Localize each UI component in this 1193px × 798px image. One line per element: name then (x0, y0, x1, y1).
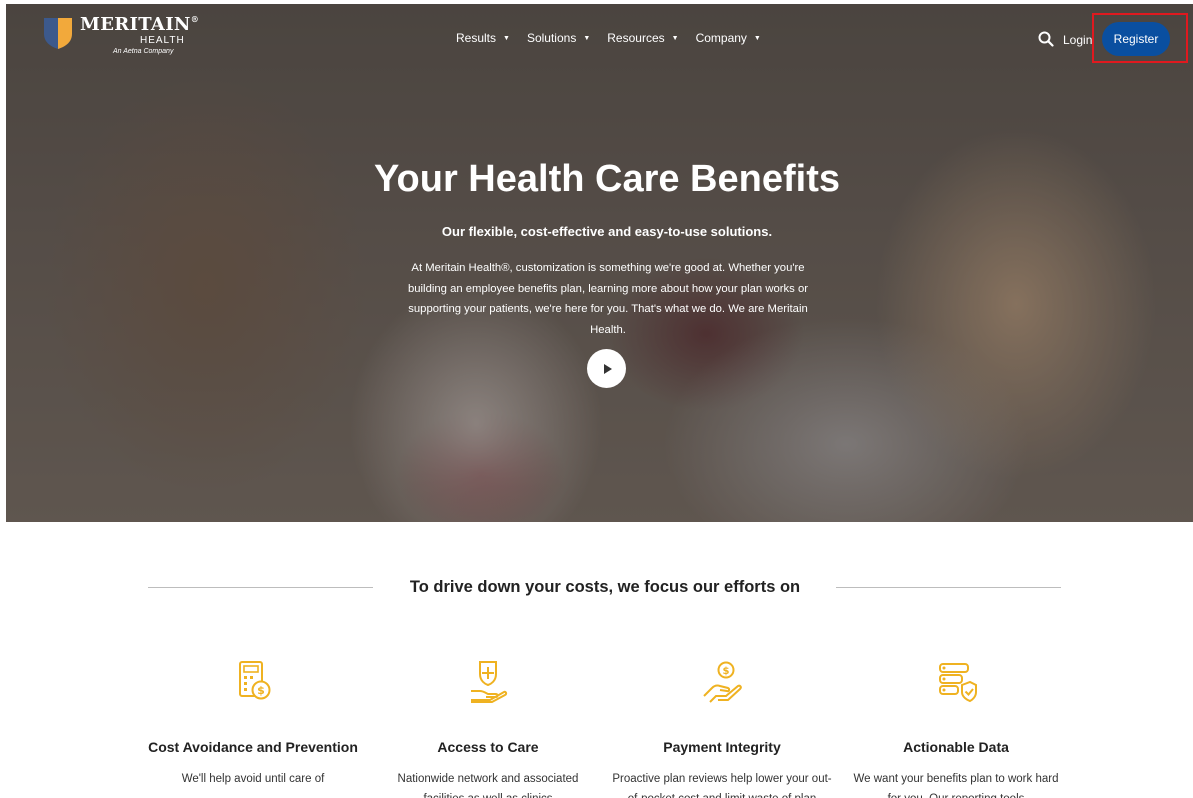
card-text: We want your benefits plan to work hard … (853, 773, 1059, 798)
hero-title: Your Health Care Benefits (374, 158, 840, 200)
search-icon[interactable] (1038, 31, 1054, 47)
logo-wordmark: MERITAIN® (80, 14, 199, 35)
nav-item-company[interactable]: Company ▼ (696, 31, 761, 45)
card-title: Cost Avoidance and Prevention (148, 739, 358, 755)
card-title: Actionable Data (903, 739, 1009, 755)
card-title: Access to Care (437, 739, 539, 755)
main-nav: Results ▼ Solutions ▼ Resources ▼ Company ▼ (456, 31, 778, 45)
nav-item-resources[interactable]: Resources ▼ (607, 31, 678, 45)
chevron-down-icon: ▼ (503, 34, 510, 42)
svg-text:$: $ (257, 684, 265, 697)
card-actionable-data: Actionable Data We want your benefits pl… (846, 658, 1066, 798)
focus-heading: To drive down your costs, we focus our e… (409, 578, 801, 596)
shield-logo-icon (44, 18, 72, 49)
login-link[interactable]: Login (1063, 33, 1092, 47)
divider-left (148, 587, 373, 588)
logo-subtitle: HEALTH (140, 35, 185, 46)
card-payment-integrity: $ Payment Integrity Proactive plan revie… (612, 658, 832, 798)
meritain-logo[interactable]: MERITAIN® HEALTH An Aetna Company (42, 14, 199, 62)
card-cost-avoidance: $ Cost Avoidance and Prevention We'll he… (143, 658, 363, 789)
play-video-button[interactable] (587, 349, 626, 388)
chevron-down-icon: ▼ (583, 34, 591, 42)
hand-shield-cross-icon (471, 661, 508, 703)
hand-dollar-icon: $ (703, 661, 742, 703)
logo-tagline: An Aetna Company (113, 48, 174, 55)
calculator-dollar-icon: $ (239, 661, 271, 700)
nav-item-solutions[interactable]: Solutions ▼ (527, 31, 590, 45)
card-text: We'll help avoid until care of (181, 773, 325, 785)
chevron-down-icon: ▼ (753, 34, 761, 42)
card-access-to-care: Access to Care Nationwide network and as… (378, 658, 598, 798)
hero-subtitle: Our flexible, cost-effective and easy-to… (441, 224, 773, 239)
svg-text:$: $ (723, 666, 730, 677)
divider-right (836, 587, 1061, 588)
card-text: Nationwide network and associated facili… (397, 773, 579, 798)
play-icon (603, 363, 612, 374)
data-checklist-icon (939, 663, 977, 703)
card-title: Payment Integrity (663, 739, 781, 755)
chevron-down-icon: ▼ (671, 34, 679, 42)
hero-description: At Meritain Health®, customization is so… (407, 262, 809, 336)
nav-item-results[interactable]: Results ▼ (456, 31, 510, 45)
register-button[interactable]: Register (1102, 22, 1170, 56)
card-text: Proactive plan reviews help lower your o… (612, 773, 832, 798)
